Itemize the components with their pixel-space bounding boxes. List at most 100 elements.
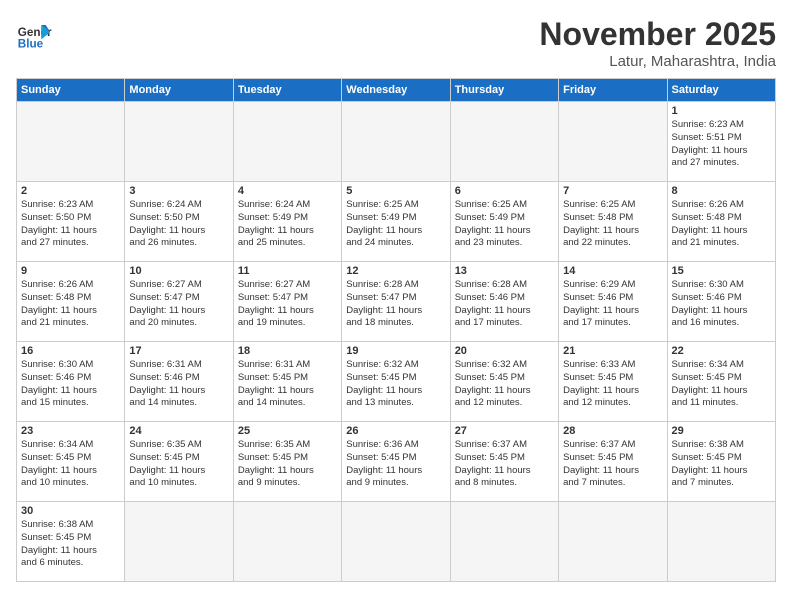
day-cell: 22 Sunrise: 6:34 AM Sunset: 5:45 PM Dayli… — [667, 342, 775, 422]
day-number: 6 — [455, 185, 554, 197]
day-content: Sunrise: 6:38 AM Sunset: 5:45 PM Dayligh… — [672, 439, 771, 490]
col-header-sunday: Sunday — [17, 79, 125, 102]
day-cell: 5 Sunrise: 6:25 AM Sunset: 5:49 PM Daylig… — [342, 182, 450, 262]
day-cell: 23Sunrise: 6:34 AM Sunset: 5:45 PM Dayli… — [17, 422, 125, 502]
week-row-6: 30Sunrise: 6:38 AM Sunset: 5:45 PM Dayli… — [17, 502, 776, 582]
day-content: Sunrise: 6:24 AM Sunset: 5:50 PM Dayligh… — [129, 199, 228, 250]
day-number: 8 — [672, 185, 771, 197]
page-header: General Blue November 2025 Latur, Mahara… — [16, 16, 776, 70]
day-content: Sunrise: 6:28 AM Sunset: 5:47 PM Dayligh… — [346, 279, 445, 330]
day-number: 10 — [129, 265, 228, 277]
day-cell: 18 Sunrise: 6:31 AM Sunset: 5:45 PM Dayli… — [233, 342, 341, 422]
location: Latur, Maharashtra, India — [539, 53, 776, 70]
day-cell: 25 Sunrise: 6:35 AM Sunset: 5:45 PM Dayli… — [233, 422, 341, 502]
day-content: Sunrise: 6:37 AM Sunset: 5:45 PM Dayligh… — [563, 439, 662, 490]
day-content: Sunrise: 6:24 AM Sunset: 5:49 PM Dayligh… — [238, 199, 337, 250]
day-content: Sunrise: 6:36 AM Sunset: 5:45 PM Dayligh… — [346, 439, 445, 490]
day-cell — [450, 502, 558, 582]
day-number: 15 — [672, 265, 771, 277]
day-number: 9 — [21, 265, 120, 277]
week-row-4: 16 Sunrise: 6:30 AM Sunset: 5:46 PM Dayli… — [17, 342, 776, 422]
day-number: 4 — [238, 185, 337, 197]
calendar-table: SundayMondayTuesdayWednesdayThursdayFrid… — [16, 78, 776, 582]
day-content: Sunrise: 6:35 AM Sunset: 5:45 PM Dayligh… — [238, 439, 337, 490]
day-cell: 2Sunrise: 6:23 AM Sunset: 5:50 PM Daylig… — [17, 182, 125, 262]
day-content: Sunrise: 6:28 AM Sunset: 5:46 PM Dayligh… — [455, 279, 554, 330]
day-cell: 11 Sunrise: 6:27 AM Sunset: 5:47 PM Dayli… — [233, 262, 341, 342]
day-cell — [17, 102, 125, 182]
day-number: 19 — [346, 345, 445, 357]
col-header-saturday: Saturday — [667, 79, 775, 102]
day-content: Sunrise: 6:35 AM Sunset: 5:45 PM Dayligh… — [129, 439, 228, 490]
day-cell: 6 Sunrise: 6:25 AM Sunset: 5:49 PM Daylig… — [450, 182, 558, 262]
week-row-2: 2Sunrise: 6:23 AM Sunset: 5:50 PM Daylig… — [17, 182, 776, 262]
day-cell — [342, 502, 450, 582]
day-cell: 14Sunrise: 6:29 AM Sunset: 5:46 PM Dayli… — [559, 262, 667, 342]
day-number: 17 — [129, 345, 228, 357]
day-cell: 17 Sunrise: 6:31 AM Sunset: 5:46 PM Dayli… — [125, 342, 233, 422]
day-content: Sunrise: 6:33 AM Sunset: 5:45 PM Dayligh… — [563, 359, 662, 410]
day-cell: 19 Sunrise: 6:32 AM Sunset: 5:45 PM Dayli… — [342, 342, 450, 422]
week-row-3: 9 Sunrise: 6:26 AM Sunset: 5:48 PM Daylig… — [17, 262, 776, 342]
day-cell: 21Sunrise: 6:33 AM Sunset: 5:45 PM Dayli… — [559, 342, 667, 422]
day-number: 18 — [238, 345, 337, 357]
day-number: 24 — [129, 425, 228, 437]
day-cell — [125, 102, 233, 182]
day-number: 26 — [346, 425, 445, 437]
day-content: Sunrise: 6:26 AM Sunset: 5:48 PM Dayligh… — [21, 279, 120, 330]
day-cell — [125, 502, 233, 582]
day-number: 5 — [346, 185, 445, 197]
day-cell: 24 Sunrise: 6:35 AM Sunset: 5:45 PM Dayli… — [125, 422, 233, 502]
day-content: Sunrise: 6:25 AM Sunset: 5:48 PM Dayligh… — [563, 199, 662, 250]
day-content: Sunrise: 6:34 AM Sunset: 5:45 PM Dayligh… — [21, 439, 120, 490]
day-number: 16 — [21, 345, 120, 357]
day-content: Sunrise: 6:38 AM Sunset: 5:45 PM Dayligh… — [21, 519, 120, 570]
day-cell — [559, 102, 667, 182]
logo: General Blue — [16, 16, 52, 52]
day-cell: 30Sunrise: 6:38 AM Sunset: 5:45 PM Dayli… — [17, 502, 125, 582]
day-cell — [450, 102, 558, 182]
day-number: 25 — [238, 425, 337, 437]
day-cell — [559, 502, 667, 582]
day-content: Sunrise: 6:31 AM Sunset: 5:46 PM Dayligh… — [129, 359, 228, 410]
day-cell: 1Sunrise: 6:23 AM Sunset: 5:51 PM Daylig… — [667, 102, 775, 182]
day-cell: 12Sunrise: 6:28 AM Sunset: 5:47 PM Dayli… — [342, 262, 450, 342]
logo-icon: General Blue — [16, 16, 52, 52]
day-content: Sunrise: 6:23 AM Sunset: 5:50 PM Dayligh… — [21, 199, 120, 250]
day-cell — [233, 102, 341, 182]
day-content: Sunrise: 6:29 AM Sunset: 5:46 PM Dayligh… — [563, 279, 662, 330]
col-header-thursday: Thursday — [450, 79, 558, 102]
day-number: 7 — [563, 185, 662, 197]
day-cell: 28 Sunrise: 6:37 AM Sunset: 5:45 PM Dayli… — [559, 422, 667, 502]
day-content: Sunrise: 6:26 AM Sunset: 5:48 PM Dayligh… — [672, 199, 771, 250]
month-title: November 2025 — [539, 16, 776, 53]
day-cell: 20Sunrise: 6:32 AM Sunset: 5:45 PM Dayli… — [450, 342, 558, 422]
day-content: Sunrise: 6:31 AM Sunset: 5:45 PM Dayligh… — [238, 359, 337, 410]
calendar-header-row: SundayMondayTuesdayWednesdayThursdayFrid… — [17, 79, 776, 102]
day-content: Sunrise: 6:32 AM Sunset: 5:45 PM Dayligh… — [346, 359, 445, 410]
day-number: 28 — [563, 425, 662, 437]
day-content: Sunrise: 6:25 AM Sunset: 5:49 PM Dayligh… — [346, 199, 445, 250]
day-number: 29 — [672, 425, 771, 437]
week-row-5: 23Sunrise: 6:34 AM Sunset: 5:45 PM Dayli… — [17, 422, 776, 502]
day-cell: 10 Sunrise: 6:27 AM Sunset: 5:47 PM Dayli… — [125, 262, 233, 342]
col-header-friday: Friday — [559, 79, 667, 102]
svg-text:Blue: Blue — [18, 38, 44, 51]
day-number: 20 — [455, 345, 554, 357]
day-cell: 9 Sunrise: 6:26 AM Sunset: 5:48 PM Daylig… — [17, 262, 125, 342]
title-area: November 2025 Latur, Maharashtra, India — [539, 16, 776, 70]
day-content: Sunrise: 6:37 AM Sunset: 5:45 PM Dayligh… — [455, 439, 554, 490]
day-cell — [342, 102, 450, 182]
day-cell: 13Sunrise: 6:28 AM Sunset: 5:46 PM Dayli… — [450, 262, 558, 342]
day-content: Sunrise: 6:27 AM Sunset: 5:47 PM Dayligh… — [238, 279, 337, 330]
day-content: Sunrise: 6:25 AM Sunset: 5:49 PM Dayligh… — [455, 199, 554, 250]
day-number: 11 — [238, 265, 337, 277]
day-cell — [233, 502, 341, 582]
day-content: Sunrise: 6:27 AM Sunset: 5:47 PM Dayligh… — [129, 279, 228, 330]
day-content: Sunrise: 6:34 AM Sunset: 5:45 PM Dayligh… — [672, 359, 771, 410]
day-content: Sunrise: 6:23 AM Sunset: 5:51 PM Dayligh… — [672, 119, 771, 170]
day-cell: 3Sunrise: 6:24 AM Sunset: 5:50 PM Daylig… — [125, 182, 233, 262]
day-content: Sunrise: 6:30 AM Sunset: 5:46 PM Dayligh… — [21, 359, 120, 410]
day-number: 22 — [672, 345, 771, 357]
day-number: 27 — [455, 425, 554, 437]
